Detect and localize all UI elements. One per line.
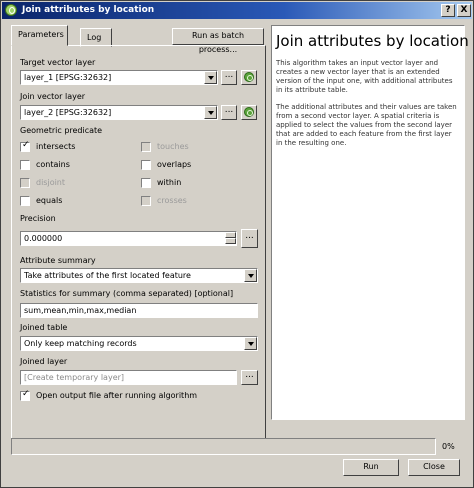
predicate-overlaps-checkbox[interactable]: overlaps bbox=[141, 159, 251, 171]
progress-bar bbox=[11, 438, 436, 455]
dialog-window: Join attributes by location ? X Paramete… bbox=[0, 0, 474, 488]
predicate-intersects-checkbox[interactable]: intersects bbox=[20, 140, 130, 153]
precision-spinbox[interactable]: 0.000000 bbox=[20, 231, 237, 246]
precision-label: Precision bbox=[20, 214, 56, 223]
checkbox-box bbox=[20, 196, 30, 206]
attribute-summary-label: Attribute summary bbox=[20, 256, 96, 265]
tab-parameters[interactable]: Parameters bbox=[11, 25, 68, 46]
joined-table-value: Only keep matching records bbox=[24, 339, 137, 348]
joined-layer-browse-button[interactable]: ... bbox=[241, 370, 258, 385]
checkbox-box bbox=[20, 140, 30, 152]
predicate-intersects-label: intersects bbox=[36, 142, 76, 151]
statistics-label: Statistics for summary (comma separated)… bbox=[20, 289, 234, 298]
checkbox-box bbox=[20, 160, 30, 170]
predicate-equals-label: equals bbox=[36, 196, 63, 205]
target-layer-iterate-button[interactable] bbox=[241, 70, 257, 85]
progress-percent: 0% bbox=[442, 442, 455, 451]
predicate-disjoint-checkbox[interactable]: disjoint bbox=[20, 177, 130, 189]
window-title: Join attributes by location bbox=[22, 5, 155, 15]
attribute-summary-select[interactable]: Take attributes of the first located fea… bbox=[20, 268, 258, 283]
predicate-crosses-label: crosses bbox=[157, 196, 187, 205]
checkbox-box bbox=[20, 389, 30, 401]
joined-table-label: Joined table bbox=[20, 323, 68, 332]
qgis-logo-icon bbox=[5, 4, 17, 16]
join-layer-browse-button[interactable]: ... bbox=[221, 105, 237, 120]
checkbox-box bbox=[141, 142, 151, 152]
checkbox-box bbox=[141, 196, 151, 206]
help-button[interactable]: ? bbox=[441, 4, 455, 17]
predicate-touches-label: touches bbox=[157, 142, 189, 151]
predicate-within-checkbox[interactable]: within bbox=[141, 177, 251, 189]
chevron-down-icon bbox=[204, 106, 217, 119]
join-layer-iterate-button[interactable] bbox=[241, 105, 257, 120]
statistics-input[interactable]: sum,mean,min,max,median bbox=[20, 303, 258, 318]
open-output-label: Open output file after running algorithm bbox=[36, 391, 198, 400]
predicate-label: Geometric predicate bbox=[20, 126, 103, 135]
joined-layer-label: Joined layer bbox=[20, 357, 68, 366]
run-as-batch-button[interactable]: Run as batch process... bbox=[172, 28, 264, 54]
joined-table-select[interactable]: Only keep matching records bbox=[20, 336, 258, 351]
close-window-button[interactable]: X bbox=[457, 4, 471, 17]
run-button[interactable]: Run bbox=[343, 459, 399, 476]
precision-value: 0.000000 bbox=[24, 234, 63, 243]
chevron-down-icon bbox=[244, 337, 257, 350]
close-button[interactable]: Close bbox=[408, 459, 460, 476]
predicate-contains-label: contains bbox=[36, 160, 70, 169]
title-bar: Join attributes by location ? X bbox=[2, 2, 472, 19]
open-output-checkbox[interactable]: Open output file after running algorithm bbox=[20, 389, 250, 402]
checkbox-box bbox=[141, 178, 151, 188]
help-panel: Join attributes by location This algorit… bbox=[271, 25, 469, 420]
predicate-equals-checkbox[interactable]: equals bbox=[20, 195, 130, 207]
predicate-disjoint-label: disjoint bbox=[36, 178, 66, 187]
predicate-crosses-checkbox[interactable]: crosses bbox=[141, 195, 251, 207]
chevron-down-icon bbox=[204, 71, 217, 84]
checkbox-box bbox=[141, 160, 151, 170]
help-paragraph-2: The additional attributes and their valu… bbox=[276, 103, 457, 147]
join-layer-value: layer_2 [EPSG:32632] bbox=[24, 108, 112, 117]
chevron-down-icon bbox=[244, 269, 257, 282]
target-layer-browse-button[interactable]: ... bbox=[221, 70, 237, 85]
predicate-touches-checkbox[interactable]: touches bbox=[141, 141, 251, 153]
predicate-contains-checkbox[interactable]: contains bbox=[20, 159, 130, 171]
precision-expression-button[interactable]: ... bbox=[241, 229, 258, 248]
iterate-icon bbox=[244, 72, 254, 82]
join-layer-label: Join vector layer bbox=[20, 92, 86, 101]
help-title: Join attributes by location bbox=[276, 32, 469, 50]
predicate-within-label: within bbox=[157, 178, 182, 187]
joined-layer-output-field[interactable]: [Create temporary layer] bbox=[20, 370, 237, 385]
target-layer-select[interactable]: layer_1 [EPSG:32632] bbox=[20, 70, 218, 85]
target-layer-label: Target vector layer bbox=[20, 58, 96, 67]
checkbox-box bbox=[20, 178, 30, 188]
iterate-icon bbox=[244, 107, 254, 117]
help-paragraph-1: This algorithm takes an input vector lay… bbox=[276, 59, 453, 94]
join-layer-select[interactable]: layer_2 [EPSG:32632] bbox=[20, 105, 218, 120]
attribute-summary-value: Take attributes of the first located fea… bbox=[24, 271, 191, 280]
predicate-overlaps-label: overlaps bbox=[157, 160, 192, 169]
spin-down-icon[interactable] bbox=[225, 238, 236, 244]
target-layer-value: layer_1 [EPSG:32632] bbox=[24, 73, 112, 82]
